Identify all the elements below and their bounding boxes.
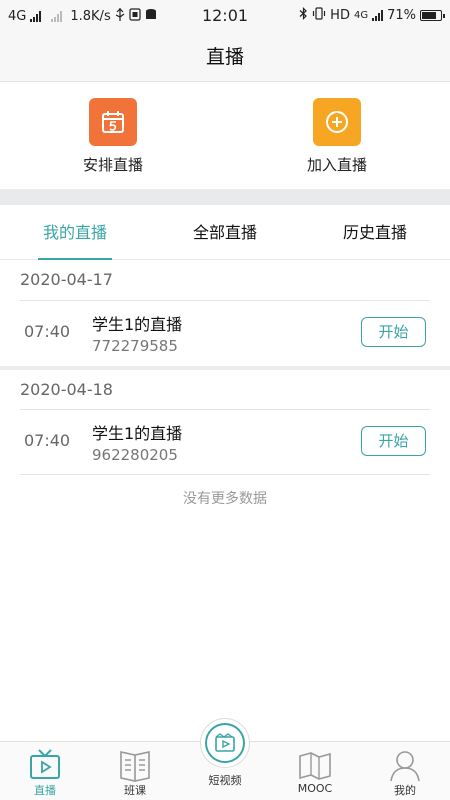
schedule-live-button[interactable]: 安排直播	[43, 98, 183, 175]
divider	[20, 474, 430, 475]
date-header: 2020-04-17	[0, 260, 450, 300]
item-time: 07:40	[24, 322, 71, 341]
network-right: 4G	[353, 10, 369, 21]
divider	[20, 409, 430, 410]
nav-mine-label: 我的	[394, 784, 416, 797]
open-book-icon	[299, 752, 331, 780]
tab-my-live[interactable]: 我的直播	[0, 205, 150, 260]
start-button[interactable]: 开始	[361, 426, 426, 456]
no-more-data: 没有更多数据	[183, 491, 267, 507]
nav-live-label: 直播	[34, 784, 56, 797]
item-code: 772279585	[92, 337, 178, 355]
calendar-icon	[89, 98, 137, 146]
video-icon	[205, 723, 245, 763]
list-item[interactable]: 07:40 学生1的直播 962280205 开始	[0, 409, 450, 475]
vibrate-icon	[312, 7, 326, 24]
tab-bar: 我的直播 全部直播 历史直播	[0, 205, 450, 260]
start-button[interactable]: 开始	[361, 317, 426, 347]
nav-mooc[interactable]: MOOC	[270, 742, 360, 800]
bluetooth-icon	[299, 7, 308, 24]
tab-all-live[interactable]: 全部直播	[150, 205, 300, 260]
date-header: 2020-04-18	[0, 370, 450, 410]
battery-percent: 71%	[387, 8, 416, 23]
nav-short-video[interactable]	[200, 718, 250, 768]
join-live-label: 加入直播	[306, 156, 367, 174]
section-divider	[0, 189, 450, 205]
nav-class-label: 班课	[124, 784, 146, 797]
schedule-live-label: 安排直播	[82, 156, 143, 174]
page-title: 直播	[0, 32, 450, 82]
battery-icon	[420, 10, 445, 21]
status-bar: 4G 1.8K/s 12:01 HD 4G 71%	[0, 0, 450, 32]
nav-live[interactable]: 直播	[0, 742, 90, 800]
join-live-button[interactable]: 加入直播	[267, 98, 407, 175]
nav-mooc-label: MOOC	[297, 782, 333, 795]
status-right: HD 4G 71%	[299, 7, 445, 24]
item-time: 07:40	[24, 431, 71, 450]
plus-circle-icon	[313, 98, 361, 146]
nav-class[interactable]: 班课	[90, 742, 180, 800]
tv-icon	[30, 749, 60, 779]
hd-label: HD	[330, 8, 350, 23]
nav-short-video-label: 短视频	[208, 774, 242, 787]
item-title: 学生1的直播	[92, 315, 183, 334]
person-icon	[390, 751, 420, 782]
divider	[20, 300, 430, 301]
item-code: 962280205	[92, 446, 178, 464]
list-item[interactable]: 07:40 学生1的直播 772279585 开始	[0, 300, 450, 366]
book-icon	[120, 751, 150, 782]
tab-history-live[interactable]: 历史直播	[300, 205, 450, 260]
nav-mine[interactable]: 我的	[360, 742, 450, 800]
item-title: 学生1的直播	[92, 424, 183, 443]
quick-actions: 安排直播 加入直播	[0, 83, 450, 189]
signal-right-icon	[372, 10, 384, 21]
